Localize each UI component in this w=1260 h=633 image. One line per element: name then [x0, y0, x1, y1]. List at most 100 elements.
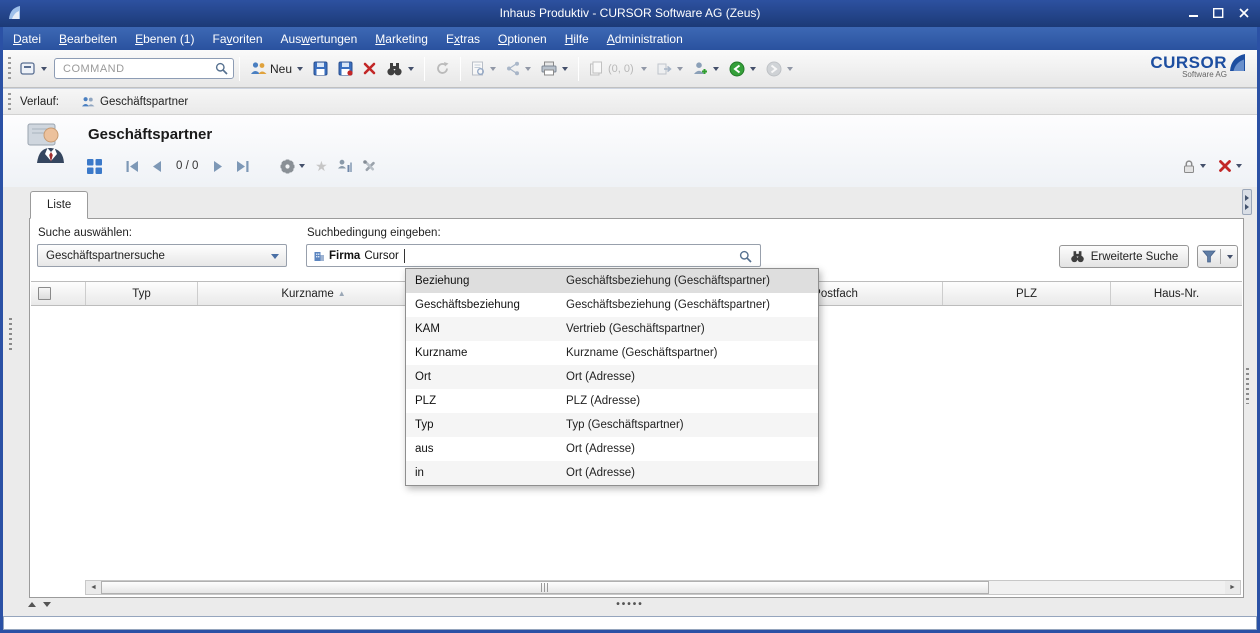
- autocomplete-item-typ[interactable]: TypTyp (Geschäftspartner): [406, 413, 818, 437]
- nav-first-button[interactable]: [122, 155, 142, 177]
- clipboard-count-button[interactable]: (0, 0): [585, 55, 651, 82]
- nav-prev-button[interactable]: [146, 155, 166, 177]
- find-button[interactable]: [382, 55, 418, 82]
- share-button[interactable]: [502, 55, 535, 82]
- print-button[interactable]: [537, 55, 572, 82]
- column-header-select[interactable]: [31, 282, 86, 305]
- menu-item-optionen[interactable]: Optionen: [489, 29, 556, 49]
- export-button[interactable]: [653, 55, 687, 82]
- autocomplete-item-name: Typ: [415, 413, 434, 437]
- hierarchy-button[interactable]: [335, 155, 355, 177]
- settings-button[interactable]: [278, 155, 307, 177]
- autocomplete-item-aus[interactable]: ausOrt (Adresse): [406, 437, 818, 461]
- titlebar[interactable]: Inhaus Produktiv - CURSOR Software AG (Z…: [0, 0, 1260, 27]
- filter-button[interactable]: [1197, 245, 1238, 268]
- select-all-checkbox[interactable]: [38, 287, 51, 300]
- menu-item-ebenen-1[interactable]: Ebenen (1): [126, 29, 203, 49]
- advanced-search-button[interactable]: Erweiterte Suche: [1059, 245, 1189, 268]
- history-bar-grip[interactable]: [8, 93, 11, 111]
- lock-button[interactable]: [1180, 155, 1208, 177]
- scrollbar-track[interactable]: [101, 581, 1225, 594]
- autocomplete-item-in[interactable]: inOrt (Adresse): [406, 461, 818, 485]
- panel-expander-button[interactable]: [1242, 189, 1252, 215]
- advanced-search-label: Erweiterte Suche: [1091, 251, 1179, 263]
- search-condition-input[interactable]: Firma Cursor: [306, 244, 761, 267]
- menu-item-auswertungen[interactable]: Auswertungen: [272, 29, 367, 49]
- right-splitter-handle[interactable]: [1246, 368, 1249, 404]
- delete-button[interactable]: [359, 55, 380, 82]
- floppy-icon: [313, 61, 328, 76]
- autocomplete-item-name: Kurzname: [415, 341, 467, 365]
- menu-item-favoriten[interactable]: Favoriten: [203, 29, 271, 49]
- autocomplete-item-name: Ort: [415, 365, 431, 389]
- separator: [424, 57, 425, 81]
- horizontal-scrollbar[interactable]: ◄ ►: [85, 580, 1241, 595]
- chevron-down-icon: [787, 67, 793, 71]
- autocomplete-item-name: in: [415, 461, 424, 485]
- collapse-down-button[interactable]: [43, 602, 51, 607]
- nav-next-button[interactable]: [208, 155, 228, 177]
- menu-item-datei[interactable]: Datei: [4, 29, 50, 49]
- close-button[interactable]: [1233, 4, 1254, 22]
- save-all-button[interactable]: [334, 55, 357, 82]
- scroll-right-button[interactable]: ►: [1225, 581, 1240, 594]
- gear-icon: [280, 159, 295, 174]
- minimize-button[interactable]: [1183, 4, 1204, 22]
- status-bar: [3, 616, 1257, 630]
- splitter-dots-handle[interactable]: •••••: [616, 599, 644, 610]
- scroll-left-button[interactable]: ◄: [86, 581, 101, 594]
- view-grid-button[interactable]: [84, 155, 104, 177]
- search-profile-select[interactable]: Geschäftspartnersuche: [37, 244, 287, 267]
- menu-item-administration[interactable]: Administration: [598, 29, 692, 49]
- nav-last-button[interactable]: [232, 155, 252, 177]
- menu-item-bearbeiten[interactable]: Bearbeiten: [50, 29, 126, 49]
- chevron-down-icon: [641, 67, 647, 71]
- column-header-kurzname[interactable]: Kurzname▲: [198, 282, 430, 305]
- save-button[interactable]: [309, 55, 332, 82]
- command-input[interactable]: [54, 58, 234, 79]
- maximize-button[interactable]: [1208, 4, 1229, 22]
- column-header-haus-nr[interactable]: Haus-Nr.: [1111, 282, 1242, 305]
- search-icon[interactable]: [739, 250, 752, 263]
- autocomplete-item-kam[interactable]: KAMVertrieb (Geschäftspartner): [406, 317, 818, 341]
- favorite-button[interactable]: ★: [311, 155, 331, 177]
- menu-item-marketing[interactable]: Marketing: [366, 29, 437, 49]
- autocomplete-item-ort[interactable]: OrtOrt (Adresse): [406, 365, 818, 389]
- entity-header: Geschäftspartner 0 / 0: [0, 115, 1260, 187]
- assign-user-button[interactable]: [689, 55, 723, 82]
- toolbar-grip[interactable]: [8, 57, 11, 81]
- left-splitter-handle[interactable]: [9, 318, 12, 350]
- refresh-button[interactable]: [431, 55, 454, 82]
- autocomplete-item-plz[interactable]: PLZPLZ (Adresse): [406, 389, 818, 413]
- history-bar: Verlauf: Geschäftspartner: [0, 88, 1260, 115]
- cursor-logo: CURSOR Software AG: [1150, 53, 1246, 79]
- command-menu-button[interactable]: [16, 55, 51, 82]
- expand-up-button[interactable]: [28, 602, 36, 607]
- menu-item-extras[interactable]: Extras: [437, 29, 489, 49]
- column-header-plz[interactable]: PLZ: [943, 282, 1111, 305]
- chevron-down-icon: [1227, 255, 1233, 259]
- autocomplete-item-name: Geschäftsbeziehung: [415, 293, 520, 317]
- forward-button[interactable]: [762, 55, 797, 82]
- autocomplete-item-kurzname[interactable]: KurznameKurzname (Geschäftspartner): [406, 341, 818, 365]
- history-entry-geschaeftspartner[interactable]: Geschäftspartner: [81, 96, 188, 108]
- column-label: Kurzname: [281, 288, 333, 300]
- tab-liste[interactable]: Liste: [30, 191, 88, 219]
- new-button-label: Neu: [270, 62, 292, 76]
- scrollbar-thumb[interactable]: [101, 581, 989, 594]
- document-search-button[interactable]: [467, 55, 500, 82]
- page-title: Geschäftspartner: [88, 126, 212, 143]
- chevron-down-icon: [525, 67, 531, 71]
- autocomplete-item-gesch-ftsbeziehung[interactable]: GeschäftsbeziehungGeschäftsbeziehung (Ge…: [406, 293, 818, 317]
- chevron-right-icon: [1245, 195, 1249, 201]
- new-button[interactable]: Neu: [246, 55, 307, 82]
- chevron-down-icon: [408, 67, 414, 71]
- menu-item-hilfe[interactable]: Hilfe: [556, 29, 598, 49]
- autocomplete-item-beziehung[interactable]: BeziehungGeschäftsbeziehung (Geschäftspa…: [406, 269, 818, 293]
- delete-x-icon: [363, 62, 376, 75]
- column-header-typ[interactable]: Typ: [86, 282, 198, 305]
- tools-button[interactable]: [359, 155, 379, 177]
- close-record-button[interactable]: [1216, 155, 1244, 177]
- text-caret: [404, 249, 405, 263]
- back-button[interactable]: [725, 55, 760, 82]
